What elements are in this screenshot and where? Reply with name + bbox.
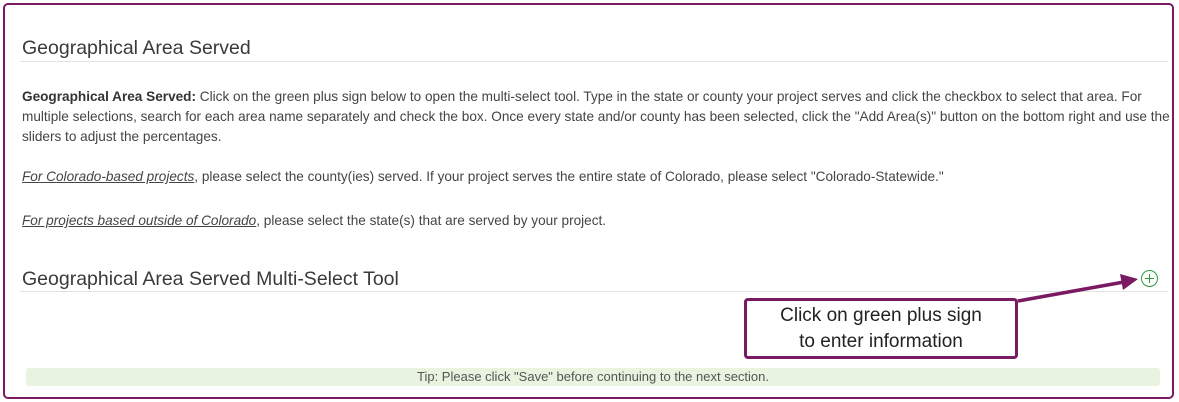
- tip-banner: Tip: Please click "Save" before continui…: [26, 368, 1160, 386]
- instruction-callout: Click on green plus sign to enter inform…: [744, 298, 1018, 359]
- callout-line-2: to enter information: [799, 331, 963, 352]
- callout-line-1: Click on green plus sign: [780, 305, 982, 326]
